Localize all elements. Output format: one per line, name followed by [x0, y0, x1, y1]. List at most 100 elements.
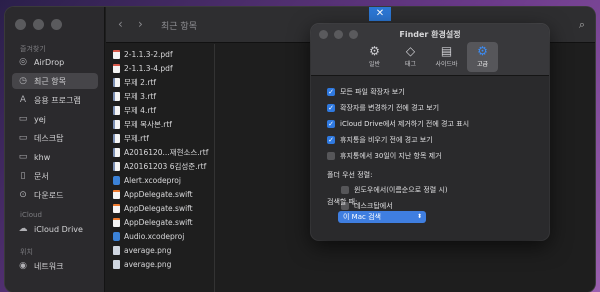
desktop-icon: ▭: [18, 133, 28, 143]
search-icon[interactable]: ⌕: [579, 18, 585, 32]
list-item[interactable]: Audio.xcodeproj: [113, 230, 223, 243]
list-item[interactable]: average.png: [113, 258, 223, 271]
finder-sidebar: 즐겨찾기 ◎ AirDrop ◷ 최근 항목 A 응용 프로그램 ▭ yej ▭…: [5, 7, 105, 292]
search-scope-label: 검색할 때:: [327, 198, 358, 206]
file-name: 2-1.1.3-2.pdf: [124, 50, 173, 59]
rtf-file-icon: [113, 134, 120, 143]
tab-label: 고급: [476, 61, 489, 68]
sidebar-item-icloud-drive[interactable]: ☁ iCloud Drive: [12, 221, 98, 237]
option-label: 데스크탑에서: [354, 202, 393, 210]
option-folders-in-windows[interactable]: 윈도우에서(이름순으로 정렬 시): [341, 185, 448, 195]
chevron-updown-icon: ⬍: [416, 213, 422, 220]
checkbox-unchecked[interactable]: [327, 152, 335, 160]
option-warn-icloud-remove[interactable]: ✓ iCloud Drive에서 제거하기 전에 경고 표시: [327, 119, 469, 129]
column-divider[interactable]: [214, 44, 215, 292]
sidebar-item-label: yej: [34, 114, 46, 124]
document-icon: ▯: [20, 171, 26, 181]
list-item[interactable]: A20161203 6김성준.rtf: [113, 160, 223, 173]
sidebar-item-label: AirDrop: [34, 57, 65, 67]
search-scope-popup[interactable]: 이 Mac 검색 ⬍: [338, 211, 426, 223]
tab-label: 태그: [404, 61, 417, 68]
back-button[interactable]: ‹: [118, 17, 123, 31]
window-controls: [15, 19, 62, 30]
file-name: A20161203 6김성준.rtf: [124, 162, 207, 171]
swift-file-icon: [113, 218, 120, 227]
advanced-gear-icon: ⚙: [477, 44, 488, 58]
xcodeproj-file-icon: [113, 232, 120, 241]
list-item[interactable]: AppDelegate.swift: [113, 216, 223, 229]
list-item[interactable]: 2-1.1.3-2.pdf: [113, 48, 223, 61]
sidebar-item-documents[interactable]: ▯ 문서: [12, 168, 98, 184]
tab-sidebar[interactable]: ▤ 사이드바: [431, 42, 462, 72]
option-show-extensions[interactable]: ✓ 모든 파일 확장자 보기: [327, 87, 405, 97]
rtf-file-icon: [113, 162, 120, 171]
sidebar-item-label: 데스크탑: [34, 133, 64, 143]
rtf-file-icon: [113, 92, 120, 101]
checkbox-checked[interactable]: ✓: [327, 88, 335, 96]
option-label: 휴지통을 비우기 전에 경고 보기: [340, 136, 433, 144]
dialog-title: Finder 환경설정: [399, 30, 461, 39]
checkbox-checked[interactable]: ✓: [327, 120, 335, 128]
cloud-icon: ☁: [18, 224, 28, 234]
pdf-file-icon: [113, 50, 120, 59]
list-item[interactable]: 무제.rtf: [113, 132, 223, 145]
list-item[interactable]: 2-1.1.3-4.pdf: [113, 62, 223, 75]
file-name: average.png: [124, 260, 172, 269]
checkbox-checked[interactable]: ✓: [327, 136, 335, 144]
file-name: Alert.xcodeproj: [124, 176, 181, 185]
option-label: 윈도우에서(이름순으로 정렬 시): [354, 186, 448, 194]
sidebar-item-applications[interactable]: A 응용 프로그램: [12, 92, 98, 108]
file-name: 2-1.1.3-4.pdf: [124, 64, 173, 73]
list-item[interactable]: 무제 3.rtf: [113, 90, 223, 103]
file-name: 무제 2.rtf: [124, 78, 157, 87]
sidebar-item-recents[interactable]: ◷ 최근 항목: [12, 73, 98, 89]
sidebar-item-airdrop[interactable]: ◎ AirDrop: [12, 54, 98, 70]
file-name: 무제 복사본.rtf: [124, 120, 172, 129]
clock-icon: ◷: [19, 76, 27, 86]
sidebar-item-label: 네트워크: [34, 261, 64, 271]
sidebar-section-locations: 위치: [20, 248, 33, 256]
list-item[interactable]: AppDelegate.swift: [113, 188, 223, 201]
sidebar-item-network[interactable]: ◉ 네트워크: [12, 258, 98, 274]
option-warn-change-extension[interactable]: ✓ 확장자를 변경하기 전에 경고 보기: [327, 103, 439, 113]
option-label: 모든 파일 확장자 보기: [340, 88, 405, 96]
list-item[interactable]: AppDelegate.swift: [113, 202, 223, 215]
minimize-button[interactable]: [33, 19, 44, 30]
checkbox-checked[interactable]: ✓: [327, 104, 335, 112]
list-item[interactable]: average.png: [113, 244, 223, 257]
swift-file-icon: [113, 204, 120, 213]
option-remove-trash-30days[interactable]: 휴지통에서 30일이 지난 항목 제거: [327, 151, 442, 161]
list-item[interactable]: 무제 복사본.rtf: [113, 118, 223, 131]
zoom-button[interactable]: [51, 19, 62, 30]
list-item[interactable]: 무제 2.rtf: [113, 76, 223, 89]
gear-icon: ⚙: [369, 44, 380, 58]
tab-advanced[interactable]: ⚙ 고급: [467, 42, 498, 72]
file-name: average.png: [124, 246, 172, 255]
sidebar-item-yej[interactable]: ▭ yej: [12, 111, 98, 127]
file-name: 무제.rtf: [124, 134, 149, 143]
xcodeproj-file-icon: [113, 176, 120, 185]
tab-general[interactable]: ⚙ 일반: [359, 42, 390, 72]
folder-icon: ▭: [18, 114, 28, 124]
png-file-icon: [113, 260, 120, 269]
forward-button[interactable]: ›: [138, 17, 143, 31]
option-warn-empty-trash[interactable]: ✓ 휴지통을 비우기 전에 경고 보기: [327, 135, 433, 145]
window-title: 최근 항목: [161, 22, 197, 32]
sidebar-item-desktop[interactable]: ▭ 데스크탑: [12, 130, 98, 146]
sidebar-item-label: 다운로드: [34, 190, 64, 200]
sidebar-item-khw[interactable]: ▭ khw: [12, 149, 98, 165]
checkbox-unchecked[interactable]: [341, 186, 349, 194]
tab-label: 일반: [368, 61, 381, 68]
finder-preferences-dialog: Finder 환경설정 ⚙ 일반 ◇ 태그 ▤ 사이드바 ⚙ 고급 ✓ 모든 파…: [311, 24, 549, 240]
list-item[interactable]: A2016120...재현소스.rtf: [113, 146, 223, 159]
tab-label: 사이드바: [435, 61, 458, 68]
list-item[interactable]: 무제 4.rtf: [113, 104, 223, 117]
tab-tags[interactable]: ◇ 태그: [395, 42, 426, 72]
close-button[interactable]: [15, 19, 26, 30]
list-item[interactable]: Alert.xcodeproj: [113, 174, 223, 187]
folder-sort-label: 폴더 우선 정렬:: [327, 171, 373, 179]
option-label: 확장자를 변경하기 전에 경고 보기: [340, 104, 440, 112]
sidebar-item-label: 응용 프로그램: [34, 95, 81, 105]
sidebar-item-downloads[interactable]: ⊙ 다운로드: [12, 187, 98, 203]
sidebar-section-favorites: 즐겨찾기: [20, 45, 46, 53]
